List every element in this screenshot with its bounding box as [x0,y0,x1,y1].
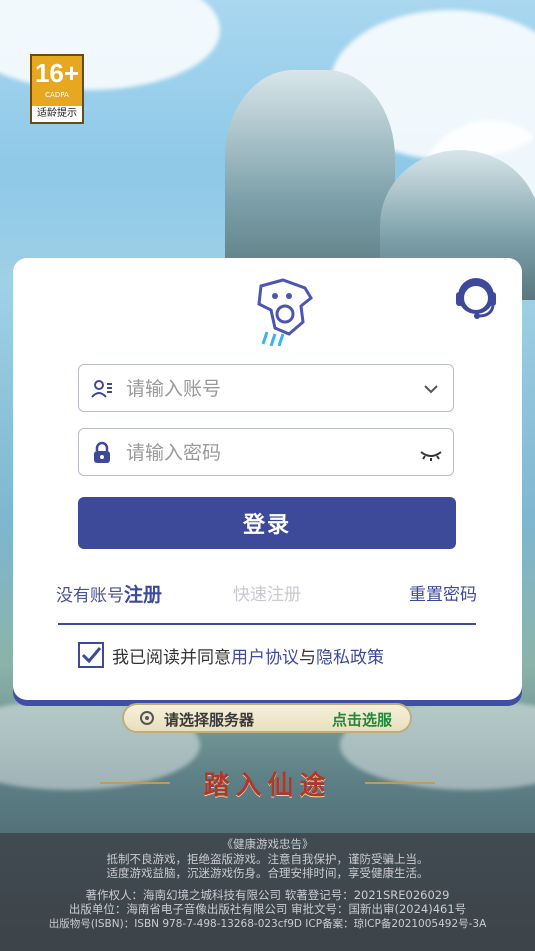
age-rating-badge: 16+ CADPA 适龄提示 [30,54,84,124]
enter-game-button[interactable]: 踏入仙途 [0,765,535,802]
agreement-checkbox[interactable] [78,642,104,668]
server-select-action[interactable]: 点击选服 [332,709,392,730]
user-icon [91,380,112,398]
age-rating-tip: 适龄提示 [32,106,82,122]
quick-register-link[interactable]: 快速注册 [233,580,301,605]
footer-line-5: 出版物号(ISBN)：ISBN 978-7-498-13268-023cf9D … [48,917,487,930]
password-input[interactable] [124,437,408,469]
age-rating-org: CADPA [45,91,69,99]
account-field[interactable] [78,364,454,412]
register-link[interactable]: 没有账号注册 [56,580,162,607]
lock-icon [94,441,110,463]
radio-icon [140,711,154,725]
footer: 《健康游戏忠告》 抵制不良游戏，拒绝盗版游戏。注意自我保护，谨防受骗上当。 适度… [0,833,535,951]
agree-prefix: 我已阅读并同意 [112,647,231,668]
account-input[interactable] [124,373,408,405]
footer-line-3: 著作权人：海南幻境之城科技有限公司 软著登记号：2021SRE026029 [85,887,450,902]
agreement-row: 我已阅读并同意 用户协议与隐私政策 [78,640,384,670]
footer-line-1: 抵制不良游戏，拒绝盗版游戏。注意自我保护，谨防受骗上当。 [106,851,429,866]
server-select-label: 请选择服务器 [164,711,255,729]
user-agreement-link[interactable]: 用户协议 [231,643,299,668]
footer-title: 《健康游戏忠告》 [221,837,314,851]
game-logo-icon [257,278,313,346]
reset-password-link[interactable]: 重置密码 [409,580,477,605]
login-card: 登录 没有账号注册 快速注册 重置密码 我已阅读并同意用户协议与隐私政策 [13,258,522,700]
chevron-down-icon[interactable] [419,377,443,401]
login-button[interactable]: 登录 [78,497,456,549]
register-label[interactable]: 注册 [124,584,162,606]
divider [58,623,476,625]
server-select-bar[interactable]: 请选择服务器 点击选服 [122,703,412,733]
footer-line-2: 适度游戏益脑，沉迷游戏伤身。合理安排时间，享受健康生活。 [106,866,429,880]
privacy-policy-link[interactable]: 隐私政策 [316,643,384,668]
footer-line-4: 出版单位：海南省电子音像出版社有限公司 审批文号：国新出审(2024)461号 [68,902,467,916]
agree-and: 与 [299,647,316,668]
eye-closed-icon[interactable] [419,441,443,465]
customer-service-icon[interactable] [453,274,499,320]
checkmark-icon [81,647,102,664]
password-field[interactable] [78,428,454,476]
age-rating: 16+ [34,58,80,88]
no-account-label: 没有账号 [56,586,124,606]
